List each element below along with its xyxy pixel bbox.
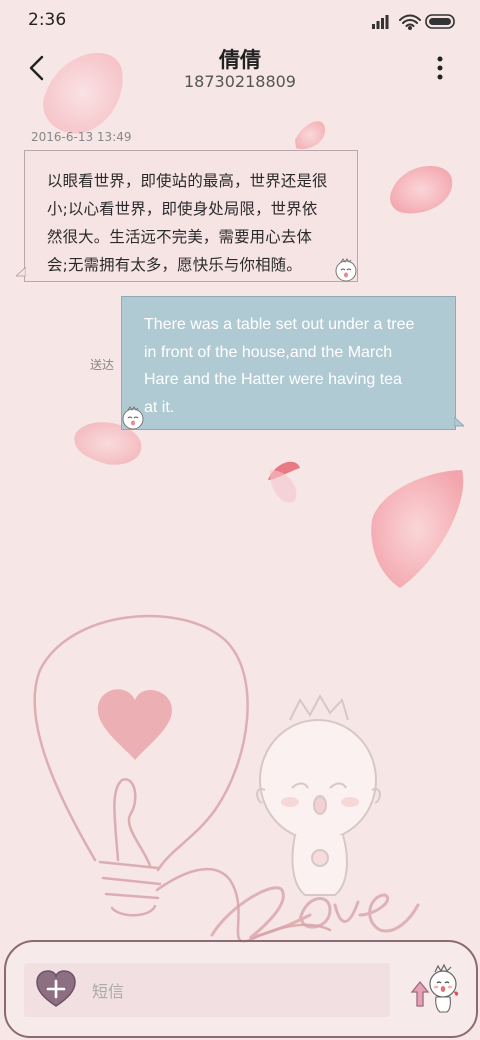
- attach-button[interactable]: [34, 968, 78, 1010]
- mascot-icon: [429, 963, 459, 1013]
- incoming-message-bubble[interactable]: 以眼看世界，即使站的最高，世界还是很 小;以心看世界，即使身处局限，世界依 然很…: [16, 150, 358, 282]
- more-options-button[interactable]: [428, 52, 452, 84]
- delivery-status: 送达: [90, 358, 115, 372]
- chevron-left-icon: [29, 55, 44, 81]
- message-timestamp: 2016-6-13 13:49: [31, 130, 132, 144]
- petal: [269, 470, 297, 503]
- contact-number: 18730218809: [184, 72, 296, 91]
- battery-icon: [425, 14, 455, 29]
- sms-input[interactable]: [90, 975, 374, 1007]
- message-text: There was a table set out under a tree i…: [144, 316, 415, 416]
- petal: [371, 470, 464, 588]
- petal: [43, 52, 123, 134]
- status-icons: [372, 14, 455, 30]
- heart-plus-icon: [36, 970, 76, 1007]
- cartoon-character: [256, 693, 381, 896]
- outgoing-message-bubble[interactable]: There was a table set out under a tree i…: [121, 296, 464, 430]
- send-arrow-icon: [410, 980, 430, 1007]
- bubble-tail: [16, 267, 26, 277]
- more-vertical-icon: [437, 56, 443, 80]
- send-button[interactable]: [406, 960, 464, 1018]
- status-time: 2:36: [28, 10, 67, 30]
- heart-shape: [97, 689, 172, 760]
- mascot-sticker-icon: [335, 258, 357, 282]
- petal: [295, 121, 325, 150]
- bubble-tail: [454, 417, 464, 427]
- wifi-icon: [399, 14, 421, 30]
- message-text: 以眼看世界，即使站的最高，世界还是很 小;以心看世界，即使身处局限，世界依 然很…: [47, 172, 328, 274]
- contact-name: 倩倩: [219, 48, 261, 72]
- signal-icon: [372, 15, 389, 29]
- mascot-sticker-icon: [122, 406, 144, 430]
- back-button[interactable]: [22, 52, 54, 84]
- petal: [390, 166, 453, 214]
